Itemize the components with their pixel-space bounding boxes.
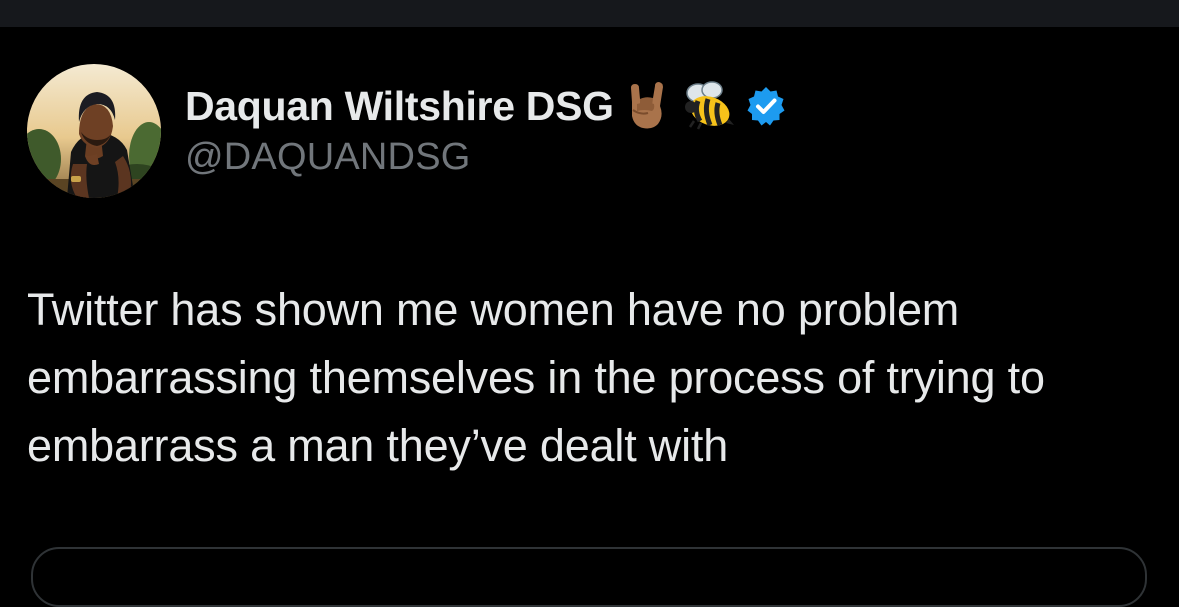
honeybee-emoji-icon [682, 81, 734, 131]
status-bar-strip [0, 0, 1179, 27]
quote-card[interactable] [31, 547, 1147, 607]
avatar-photo [27, 64, 161, 198]
avatar[interactable] [27, 64, 161, 198]
author-name-row: Daquan Wiltshire DSG [185, 78, 786, 134]
tweet-text: Twitter has shown me women have no probl… [27, 284, 1045, 471]
verified-badge-icon[interactable] [746, 86, 786, 126]
author-handle[interactable]: @DAQUANDSG [185, 136, 471, 179]
author-display-name[interactable]: Daquan Wiltshire DSG [185, 83, 614, 130]
sign-of-the-horns-emoji-icon [626, 82, 670, 130]
